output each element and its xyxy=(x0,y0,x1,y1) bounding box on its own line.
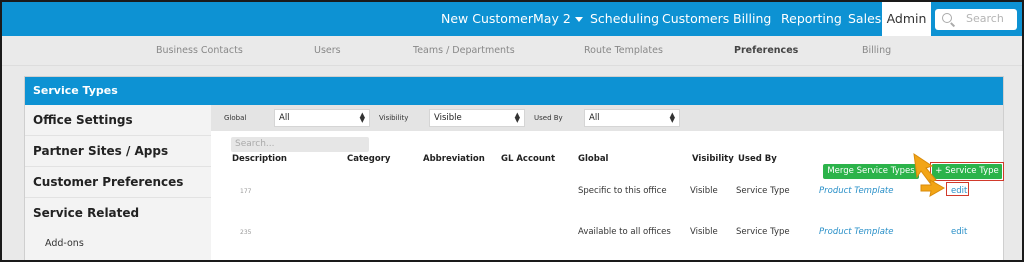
row-2-product-template-link[interactable]: Product Template xyxy=(819,227,894,237)
row-2-id: 235 xyxy=(240,229,252,236)
visibility-filter-label: Visibility xyxy=(379,114,409,122)
app-frame: New Customer May 2 Scheduling Customers … xyxy=(0,0,1024,262)
subnav-preferences[interactable]: Preferences xyxy=(734,36,798,66)
subnav-business-contacts[interactable]: Business Contacts xyxy=(156,36,243,66)
settings-sidebar: Office Settings Partner Sites / Apps Cus… xyxy=(25,105,211,260)
global-search-input[interactable]: Search xyxy=(935,9,1017,30)
usedby-filter-value: All xyxy=(589,113,600,123)
nav-sales[interactable]: Sales xyxy=(848,2,881,36)
table-search-input[interactable]: Search... xyxy=(231,137,369,152)
edit-highlight-box xyxy=(946,182,969,196)
sidebar-item-partner-sites[interactable]: Partner Sites / Apps xyxy=(25,136,211,167)
nav-reporting[interactable]: Reporting xyxy=(781,2,842,36)
row-1-global: Specific to this office xyxy=(578,186,667,196)
annotation-arrow-icon xyxy=(920,179,946,197)
row-2-visibility: Visible xyxy=(690,227,718,237)
visibility-filter-select[interactable]: Visible ▲ ▼ xyxy=(429,109,525,127)
column-header-abbreviation[interactable]: Abbreviation xyxy=(423,154,485,164)
nav-scheduling[interactable]: Scheduling xyxy=(590,2,659,36)
sidebar-subitem-add-ons[interactable]: Add-ons xyxy=(25,229,211,259)
visibility-filter-value: Visible xyxy=(434,113,462,123)
global-filter-label: Global xyxy=(224,114,247,122)
global-filter-value: All xyxy=(279,113,290,123)
column-header-global[interactable]: Global xyxy=(578,154,608,164)
subnav-route-templates[interactable]: Route Templates xyxy=(584,36,663,66)
usedby-filter-label: Used By xyxy=(534,114,563,122)
column-header-visibility[interactable]: Visibility xyxy=(692,154,734,164)
row-2-global: Available to all offices xyxy=(578,227,671,237)
column-header-gl-account[interactable]: GL Account xyxy=(501,154,555,164)
subnav-billing[interactable]: Billing xyxy=(862,36,891,66)
nav-date-label: May 2 xyxy=(533,11,571,26)
updown-arrow-icon: ▲ ▼ xyxy=(514,111,520,124)
magnifier-icon xyxy=(942,13,952,23)
usedby-filter-select[interactable]: All ▲ ▼ xyxy=(584,109,680,127)
add-service-type-button[interactable]: + Service Type xyxy=(932,164,1002,179)
updown-arrow-icon: ▲ ▼ xyxy=(359,111,365,124)
sidebar-item-customer-preferences[interactable]: Customer Preferences xyxy=(25,167,211,198)
row-1-product-template-link[interactable]: Product Template xyxy=(819,186,894,196)
row-1-used-by: Service Type xyxy=(736,186,790,196)
nav-billing[interactable]: Billing xyxy=(733,2,771,36)
row-2-used-by: Service Type xyxy=(736,227,790,237)
column-header-category[interactable]: Category xyxy=(347,154,390,164)
nav-admin[interactable]: Admin xyxy=(882,2,931,36)
subnav-teams-departments[interactable]: Teams / Departments xyxy=(413,36,515,66)
nav-new-customer[interactable]: New Customer xyxy=(441,2,533,36)
panel-title: Service Types xyxy=(25,77,1003,105)
updown-arrow-icon: ▲ ▼ xyxy=(669,111,675,124)
filter-bar: Global All ▲ ▼ Visibility Visible ▲ ▼ Used B… xyxy=(211,105,1003,131)
top-navigation-bar: New Customer May 2 Scheduling Customers … xyxy=(2,2,1022,36)
chevron-down-icon xyxy=(574,17,583,22)
sidebar-item-service-related[interactable]: Service Related xyxy=(25,198,211,229)
nav-date-dropdown[interactable]: May 2 xyxy=(533,2,583,36)
service-types-content: Global All ▲ ▼ Visibility Visible ▲ ▼ Used B… xyxy=(211,105,1004,260)
admin-sub-navigation: Business Contacts Users Teams / Departme… xyxy=(2,36,1022,66)
row-2-edit-link[interactable]: edit xyxy=(951,227,967,237)
service-types-panel: Service Types Office Settings Partner Si… xyxy=(24,76,1004,260)
nav-customers[interactable]: Customers xyxy=(662,2,729,36)
row-1-visibility: Visible xyxy=(690,186,718,196)
search-placeholder: Search xyxy=(966,12,1004,25)
column-header-description[interactable]: Description xyxy=(232,154,287,164)
row-1-id: 177 xyxy=(240,188,252,195)
sidebar-item-office-settings[interactable]: Office Settings xyxy=(25,105,211,136)
global-filter-select[interactable]: All ▲ ▼ xyxy=(274,109,370,127)
column-header-used-by[interactable]: Used By xyxy=(738,154,777,164)
subnav-users[interactable]: Users xyxy=(314,36,341,66)
merge-service-types-button[interactable]: Merge Service Types xyxy=(823,164,919,179)
